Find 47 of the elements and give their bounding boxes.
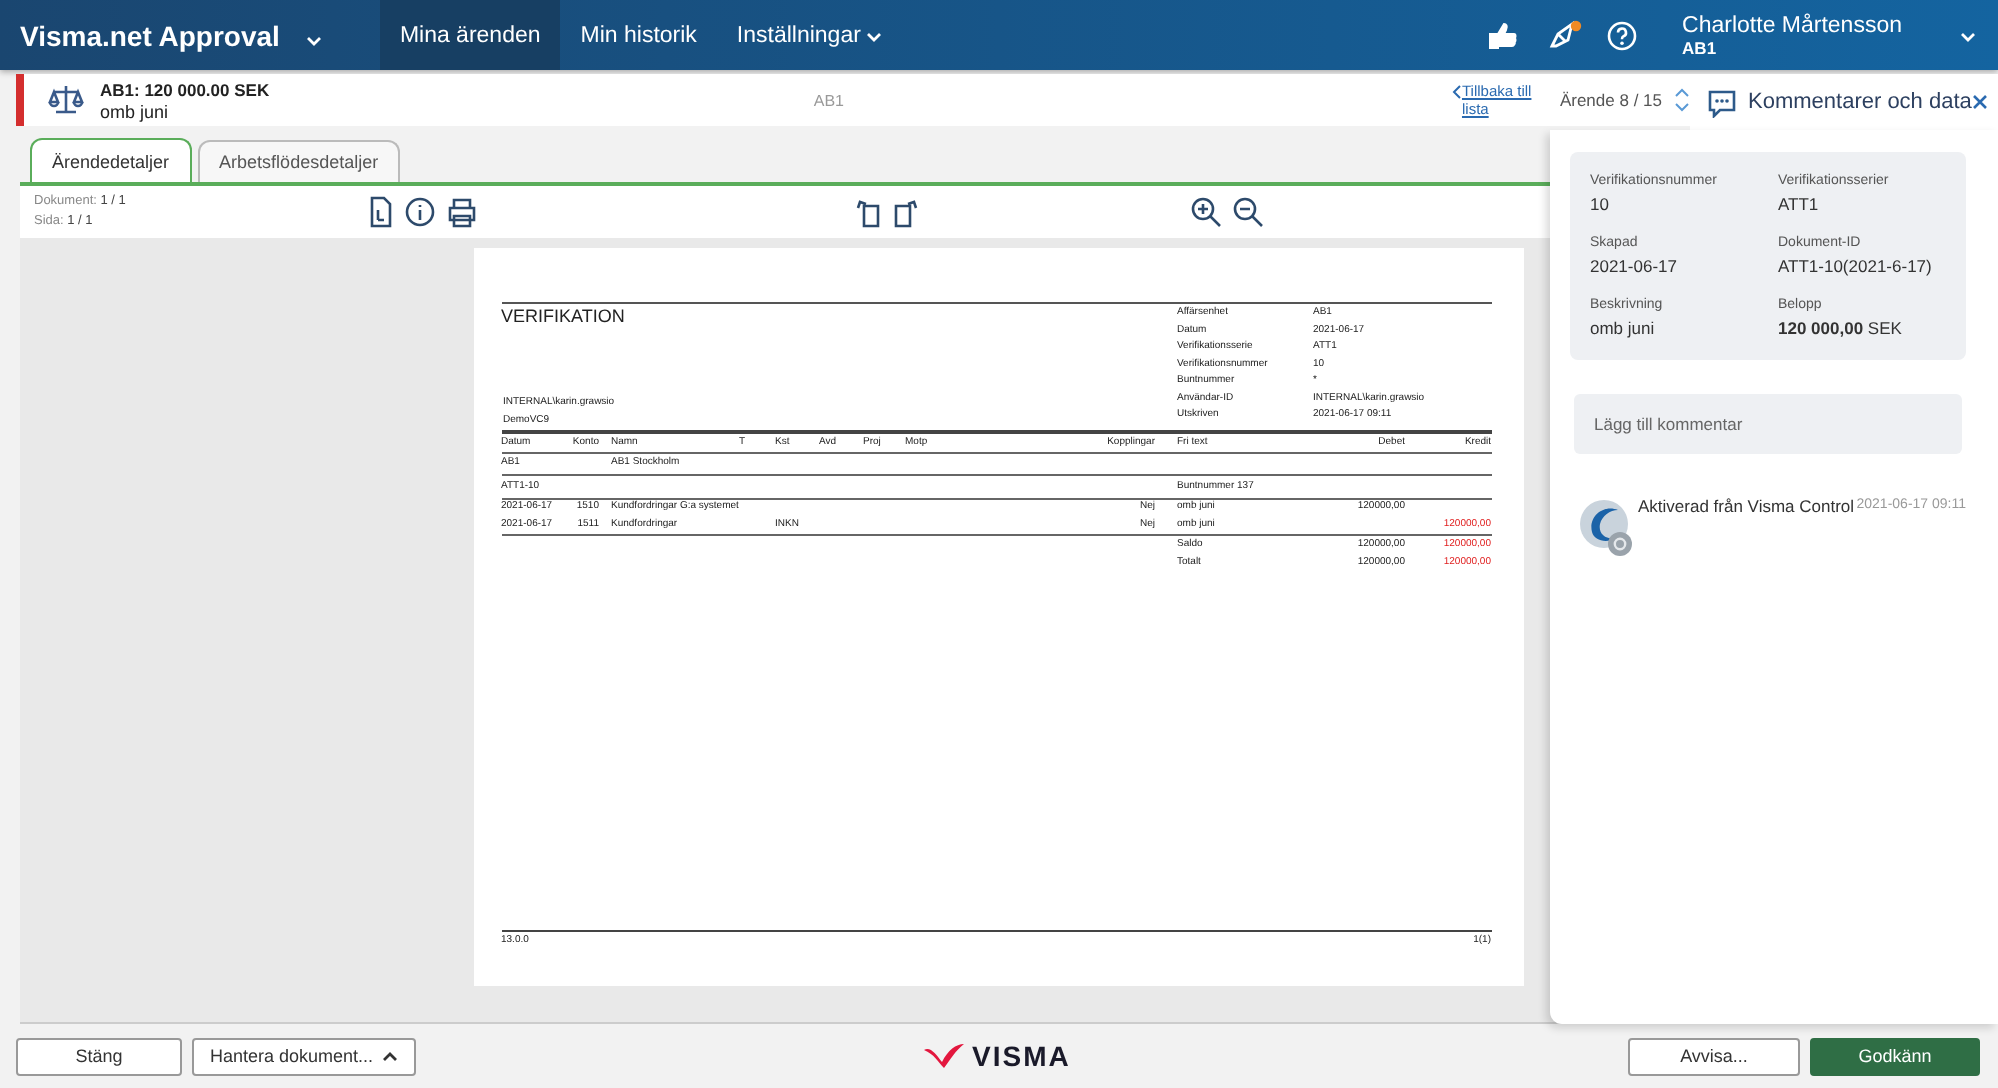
zoom-out-icon[interactable] [1232,196,1264,228]
field-value: omb juni [1590,318,1657,338]
rotate-right-icon[interactable] [892,196,920,228]
scale-icon [48,82,84,118]
logo-text: VISMA [972,1040,1071,1072]
field-value: ATT1-10(2021-6-17) [1778,256,1934,276]
field-value: 120 000,00 SEK [1778,318,1904,338]
approve-button[interactable]: Godkänn [1810,1037,1980,1075]
button[interactable]: Stäng [16,1037,182,1075]
comment-field[interactable]: Lägg till kommentar [1574,394,1962,454]
close-icon[interactable] [1971,94,1988,110]
field-value: ATT1 [1778,194,1821,214]
chat-icon [1706,87,1738,117]
nav-item[interactable]: Min historik [560,0,717,70]
tab[interactable]: Ärendedetaljer [30,138,192,182]
caret-up-icon [381,1050,398,1062]
reject-button[interactable]: Avvisa... [1628,1037,1800,1075]
field-value: 10 [1590,194,1611,214]
case-company: AB1 [813,91,844,109]
chevron-down-icon [864,27,883,43]
user-company: AB1 [1682,37,1719,57]
case-title: AB1: 120 000.00 SEK [100,79,272,99]
panel-title: Kommentarer och data [1748,90,1972,114]
comment-text: Aktiverad från Visma Control [1638,496,1855,516]
user-name: Charlotte Mårtensson [1682,13,1902,37]
nav-item[interactable]: Mina ärenden [379,0,561,70]
swoosh-icon [922,1042,966,1070]
field-value: 2021-06-17 [1590,256,1679,276]
chevron-down-icon[interactable] [1958,27,1978,43]
info-icon[interactable] [404,196,436,228]
system-avatar-icon [1578,498,1634,558]
chevron-left-icon [1451,84,1462,100]
print-icon[interactable] [446,196,478,228]
rocket-icon[interactable] [1546,19,1583,51]
case-counter: Ärende 8 / 15 [1559,90,1662,110]
case-description: omb juni [100,101,171,121]
document-icon[interactable] [366,196,394,228]
rotate-left-icon[interactable] [854,196,882,228]
tab[interactable]: Arbetsflödesdetaljer [197,140,401,182]
document-title: VERIFIKATION [501,306,627,326]
app-title: Visma.net Approval [20,19,280,51]
chevron-down-icon[interactable] [303,31,324,47]
help-icon[interactable] [1606,19,1639,51]
zoom-in-icon[interactable] [1190,196,1222,228]
nav-item[interactable]: Inställningar [716,0,903,70]
up-down-arrows-icon[interactable] [1674,86,1690,114]
button[interactable]: Hantera dokument... [192,1037,416,1075]
